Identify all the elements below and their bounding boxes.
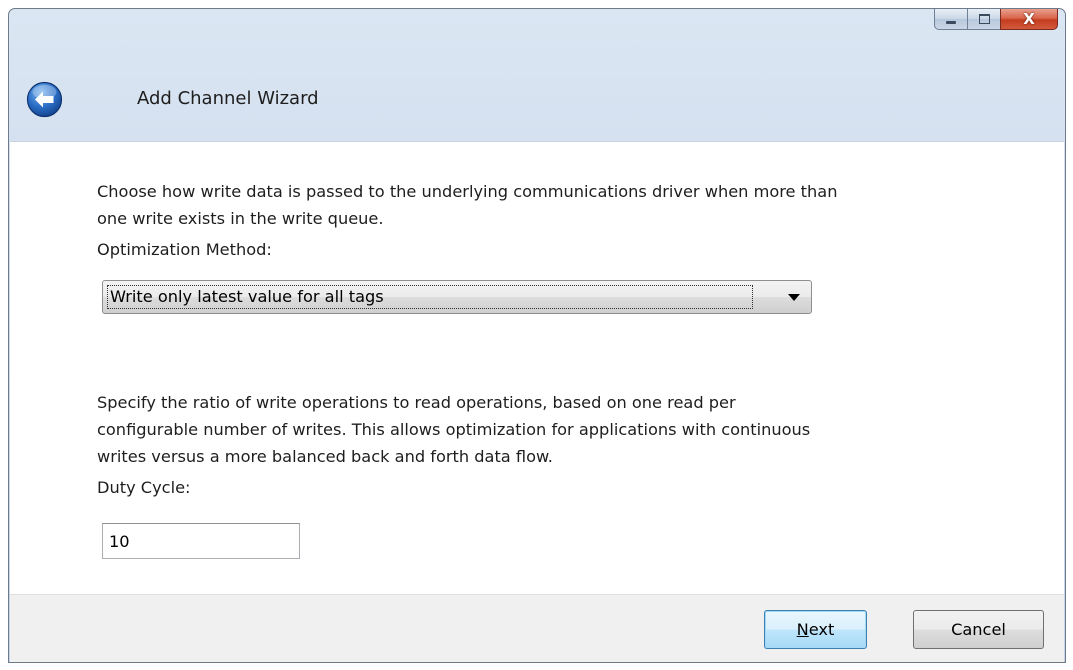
minimize-icon xyxy=(946,21,956,24)
optimization-method-dropdown[interactable]: Write only latest value for all tags xyxy=(102,280,812,314)
close-button[interactable]: X xyxy=(1000,9,1058,30)
back-arrow-icon xyxy=(26,81,63,118)
optimization-method-label: Optimization Method: xyxy=(97,240,272,259)
duty-cycle-description: Specify the ratio of write operations to… xyxy=(97,389,810,470)
next-mnemonic: N xyxy=(796,620,809,639)
chevron-down-icon xyxy=(788,294,800,301)
duty-cycle-input[interactable] xyxy=(102,523,300,559)
next-button[interactable]: Next xyxy=(764,610,867,649)
optimization-description: Choose how write data is passed to the u… xyxy=(97,178,837,232)
optimization-method-value: Write only latest value for all tags xyxy=(107,285,753,309)
duty-cycle-description-line: configurable number of writes. This allo… xyxy=(97,420,811,439)
wizard-content: Choose how write data is passed to the u… xyxy=(10,141,1064,594)
next-label: ext xyxy=(808,620,835,639)
duty-cycle-label: Duty Cycle: xyxy=(97,478,191,497)
wizard-title: Add Channel Wizard xyxy=(137,88,319,109)
duty-cycle-description-line: Specify the ratio of write operations to… xyxy=(97,393,736,412)
duty-cycle-description-line: writes versus a more balanced back and f… xyxy=(97,447,553,466)
window-controls: X xyxy=(934,9,1058,30)
wizard-window: X Add Channel Wizard Choose how write da… xyxy=(8,8,1066,663)
wizard-footer: Next Cancel xyxy=(10,594,1064,662)
close-icon: X xyxy=(1023,9,1035,28)
optimization-description-line: one write exists in the write queue. xyxy=(97,209,384,228)
optimization-description-line: Choose how write data is passed to the u… xyxy=(97,182,838,201)
maximize-icon xyxy=(978,14,990,24)
maximize-button[interactable] xyxy=(967,9,1001,30)
back-button[interactable] xyxy=(26,81,63,118)
minimize-button[interactable] xyxy=(934,9,968,30)
cancel-button[interactable]: Cancel xyxy=(913,610,1044,649)
